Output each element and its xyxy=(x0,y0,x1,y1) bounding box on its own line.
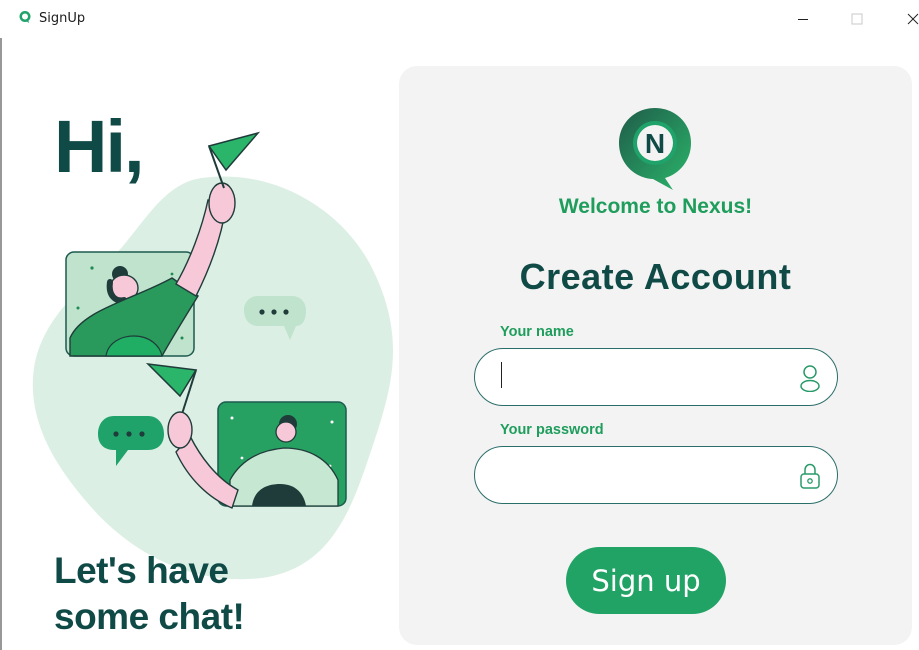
maximize-button[interactable] xyxy=(842,6,872,32)
name-label: Your name xyxy=(500,324,574,340)
user-icon xyxy=(800,365,820,392)
text-cursor xyxy=(501,362,503,388)
window-title: SignUp xyxy=(39,11,86,26)
svg-text:N: N xyxy=(645,128,665,159)
tagline-line-1: Let's have xyxy=(54,550,229,591)
tagline: Let's have some chat! xyxy=(54,548,245,640)
minimize-icon xyxy=(798,19,808,20)
minimize-button[interactable] xyxy=(788,6,818,32)
greeting-heading: Hi, xyxy=(54,105,145,188)
name-field[interactable] xyxy=(474,348,838,406)
signup-button[interactable]: Sign up xyxy=(566,547,726,614)
signup-card: N Welcome to Nexus! Create Account Your … xyxy=(399,66,912,645)
nexus-chat-icon xyxy=(19,11,31,23)
password-label: Your password xyxy=(500,422,604,438)
welcome-text: Welcome to Nexus! xyxy=(558,195,753,218)
close-icon xyxy=(907,13,919,25)
password-field[interactable] xyxy=(474,446,838,504)
window-edge xyxy=(0,0,2,650)
name-input[interactable] xyxy=(499,359,789,395)
create-account-heading: Create Account xyxy=(519,256,792,297)
password-input[interactable] xyxy=(499,457,789,493)
lock-icon xyxy=(800,463,820,489)
welcome-illustration-panel: Hi, Let's have some chat! xyxy=(12,38,397,650)
tagline-line-2: some chat! xyxy=(54,596,245,637)
close-button[interactable] xyxy=(898,6,919,32)
nexus-logo-icon: N xyxy=(619,108,691,190)
title-bar: SignUp xyxy=(0,0,919,38)
maximize-icon xyxy=(851,13,863,25)
